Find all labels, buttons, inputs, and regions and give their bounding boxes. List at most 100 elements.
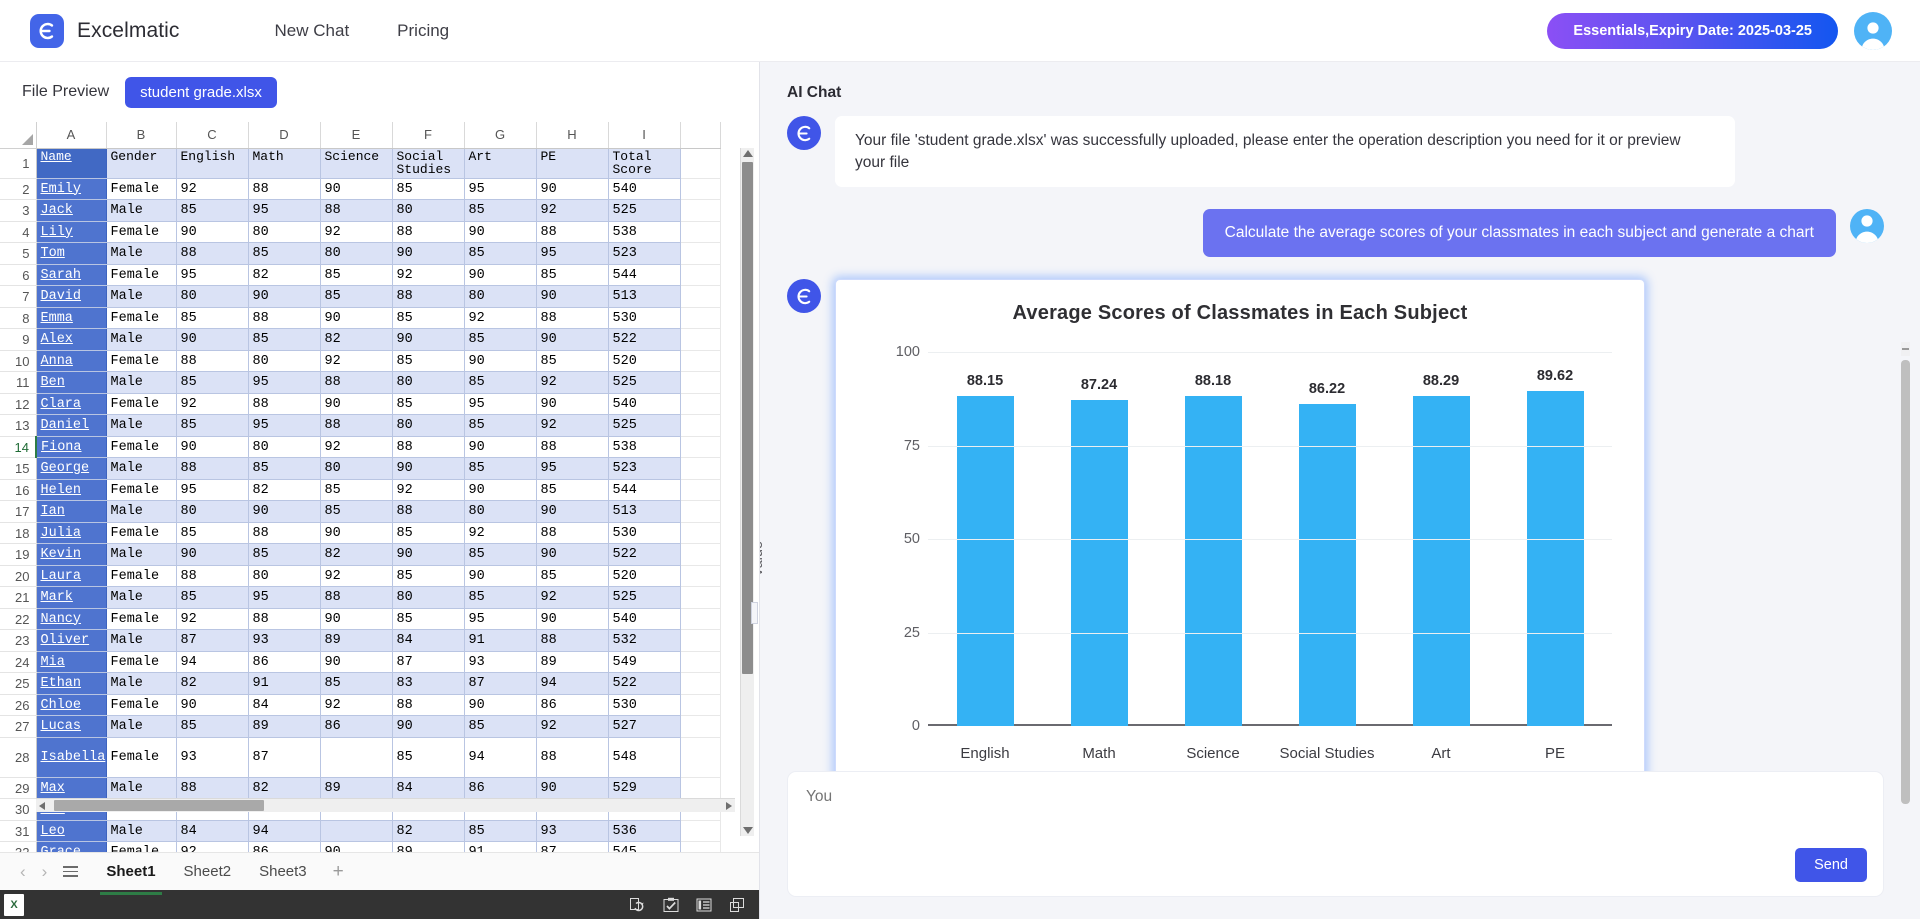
cell[interactable]: 92	[464, 522, 536, 544]
row-header[interactable]: 7	[0, 286, 36, 308]
cell-empty[interactable]	[680, 221, 720, 243]
table-row[interactable]: 10AnnaFemale888092859085520	[0, 350, 720, 372]
row-header[interactable]: 29	[0, 777, 36, 799]
table-row[interactable]: 24MiaFemale948690879389549	[0, 651, 720, 673]
cell[interactable]: 92	[536, 200, 608, 222]
cell[interactable]: 90	[320, 178, 392, 200]
cell[interactable]: 88	[248, 522, 320, 544]
cell[interactable]: 90	[536, 501, 608, 523]
cell[interactable]: 90	[392, 329, 464, 351]
cell[interactable]: 92	[392, 479, 464, 501]
horizontal-scroll-thumb[interactable]	[54, 800, 264, 811]
cell[interactable]: 80	[320, 243, 392, 265]
cell[interactable]: 87	[392, 651, 464, 673]
table-row[interactable]: 32GraceFemale928690899187545	[0, 842, 720, 852]
cell[interactable]: 85	[248, 458, 320, 480]
cell[interactable]: Female	[106, 221, 176, 243]
select-all-corner[interactable]	[0, 122, 36, 148]
cell[interactable]: 513	[608, 501, 680, 523]
plan-badge[interactable]: Essentials,Expiry Date: 2025-03-25	[1547, 13, 1838, 49]
cell[interactable]: Male	[106, 458, 176, 480]
cell[interactable]: 88	[536, 436, 608, 458]
row-header[interactable]: 10	[0, 350, 36, 372]
sync-icon[interactable]	[630, 897, 646, 913]
table-row[interactable]: 29MaxMale888289848690529	[0, 777, 720, 799]
cell[interactable]: Male	[106, 820, 176, 842]
cell[interactable]: 88	[536, 522, 608, 544]
cell-name[interactable]: Jack	[36, 200, 106, 222]
cell[interactable]: 94	[248, 820, 320, 842]
cell-name[interactable]: Emma	[36, 307, 106, 329]
cell[interactable]: 86	[248, 842, 320, 852]
cell-empty[interactable]	[680, 415, 720, 437]
cell-name[interactable]: Isabella	[36, 737, 106, 777]
cell[interactable]: Female	[106, 608, 176, 630]
cell[interactable]: 90	[320, 651, 392, 673]
cell[interactable]: 82	[320, 544, 392, 566]
cell[interactable]: 95	[248, 587, 320, 609]
cell[interactable]: 85	[536, 350, 608, 372]
cell[interactable]: 90	[176, 694, 248, 716]
cell[interactable]: 90	[176, 544, 248, 566]
row-header[interactable]: 31	[0, 820, 36, 842]
cell[interactable]: 85	[536, 264, 608, 286]
cell[interactable]: 95	[464, 178, 536, 200]
cell-name[interactable]: Grace	[36, 842, 106, 852]
row-header[interactable]: 21	[0, 587, 36, 609]
table-row[interactable]: 4LilyFemale908092889088538	[0, 221, 720, 243]
cell[interactable]: Art	[464, 148, 536, 178]
cell[interactable]: Total Score	[608, 148, 680, 178]
cell[interactable]: 85	[320, 501, 392, 523]
scroll-right-icon[interactable]	[726, 802, 732, 810]
cell[interactable]: 89	[536, 651, 608, 673]
cell-empty[interactable]	[680, 565, 720, 587]
row-header[interactable]: 30	[0, 799, 36, 821]
cell[interactable]: 536	[608, 820, 680, 842]
cell[interactable]: 88	[176, 458, 248, 480]
table-row[interactable]: 31LeoMale8494828593536	[0, 820, 720, 842]
cell[interactable]: Social Studies	[392, 148, 464, 178]
cell[interactable]: 525	[608, 587, 680, 609]
message-input[interactable]	[806, 788, 1106, 806]
cell[interactable]: 523	[608, 243, 680, 265]
cell-empty[interactable]	[680, 307, 720, 329]
column-header-h[interactable]: H	[536, 122, 608, 148]
cell[interactable]: 530	[608, 694, 680, 716]
cell[interactable]: 90	[248, 286, 320, 308]
cell[interactable]: 80	[248, 221, 320, 243]
cell[interactable]: 89	[392, 842, 464, 852]
column-header-e[interactable]: E	[320, 122, 392, 148]
cell-name[interactable]: Sarah	[36, 264, 106, 286]
cell[interactable]: 88	[536, 221, 608, 243]
cell[interactable]: 84	[392, 630, 464, 652]
table-row[interactable]: 20LauraFemale888092859085520	[0, 565, 720, 587]
cell[interactable]: 92	[176, 178, 248, 200]
cell[interactable]: 85	[320, 479, 392, 501]
row-header[interactable]: 28	[0, 737, 36, 777]
row-header[interactable]: 24	[0, 651, 36, 673]
cell[interactable]: 85	[248, 544, 320, 566]
table-row[interactable]: 21MarkMale859588808592525	[0, 587, 720, 609]
cell[interactable]: 85	[392, 608, 464, 630]
row-header[interactable]: 23	[0, 630, 36, 652]
table-row[interactable]: 16HelenFemale958285929085544	[0, 479, 720, 501]
cell[interactable]: 88	[320, 587, 392, 609]
table-row[interactable]: 9AlexMale908582908590522	[0, 329, 720, 351]
row-header[interactable]: 6	[0, 264, 36, 286]
cell[interactable]: 82	[248, 479, 320, 501]
cell-name[interactable]: Tom	[36, 243, 106, 265]
table-row[interactable]: 8EmmaFemale858890859288530	[0, 307, 720, 329]
cell[interactable]: 93	[248, 630, 320, 652]
scroll-left-icon[interactable]	[39, 802, 45, 810]
sidebar-layout-icon[interactable]	[696, 897, 712, 913]
cell[interactable]: 85	[464, 820, 536, 842]
cell[interactable]: 95	[464, 393, 536, 415]
cell[interactable]: 90	[464, 221, 536, 243]
row-header[interactable]: 15	[0, 458, 36, 480]
cell[interactable]: 90	[464, 264, 536, 286]
cell[interactable]: 90	[536, 777, 608, 799]
cell[interactable]: English	[176, 148, 248, 178]
cell-empty[interactable]	[680, 458, 720, 480]
cell[interactable]: 89	[320, 630, 392, 652]
cell[interactable]: Male	[106, 501, 176, 523]
